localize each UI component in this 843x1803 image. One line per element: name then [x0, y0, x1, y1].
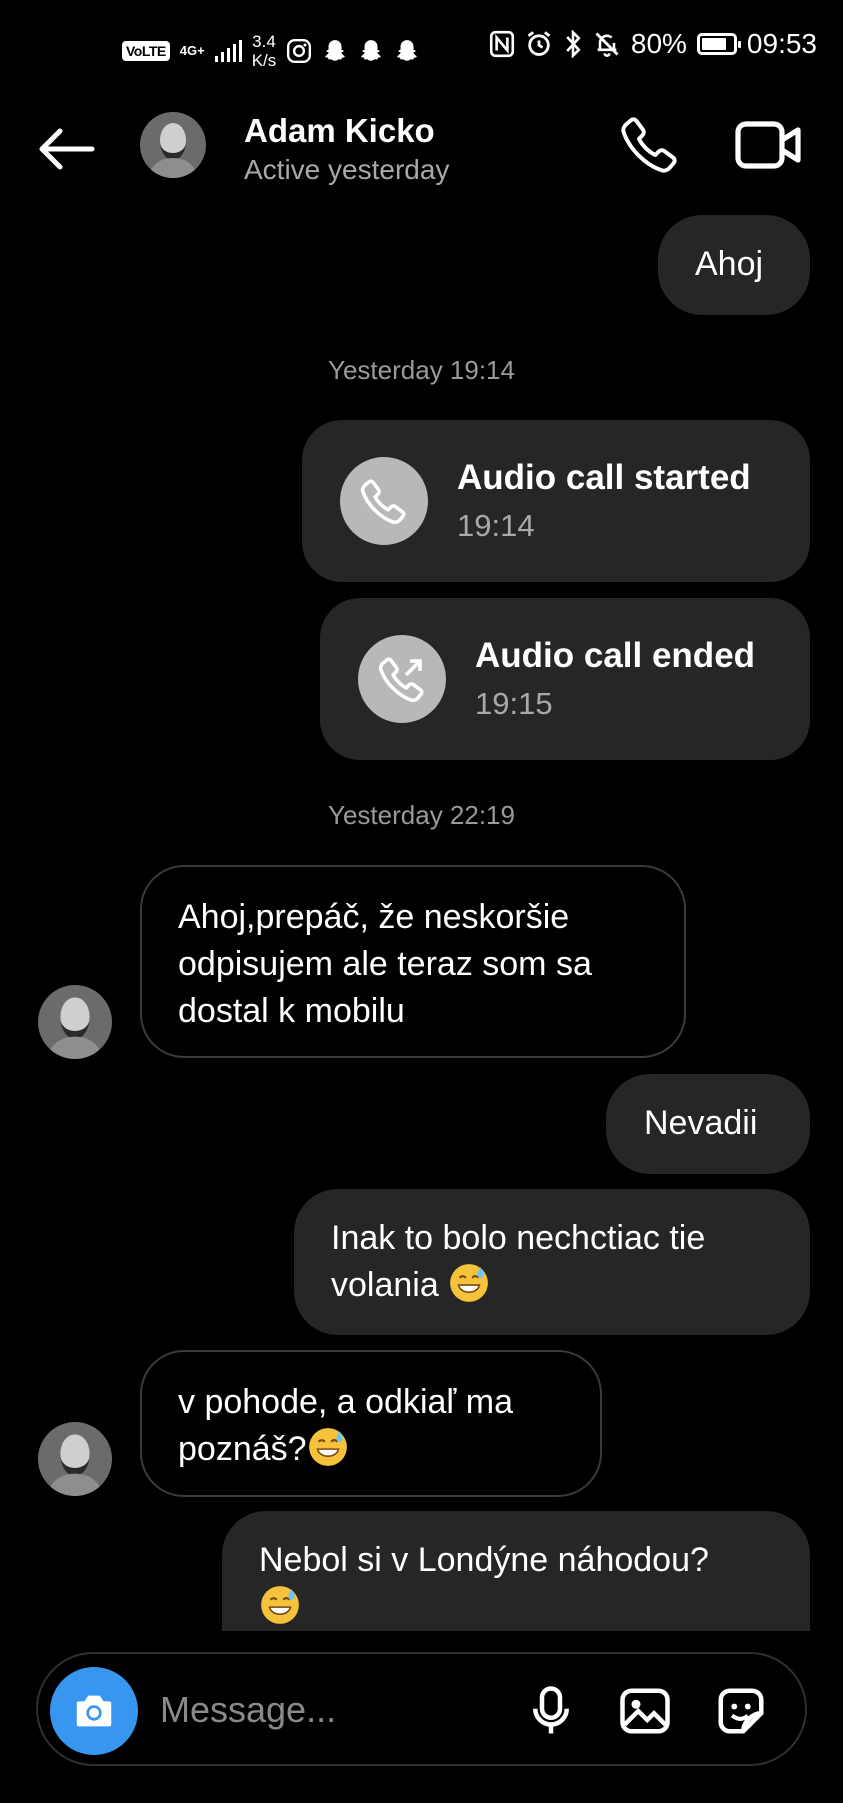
call-title: Audio call ended: [475, 636, 756, 675]
message-composer: [36, 1652, 807, 1766]
message-input[interactable]: [158, 1684, 462, 1736]
grinning-sweat-emoji: [261, 1586, 299, 1624]
gallery-icon[interactable]: [618, 1684, 672, 1738]
message-text: Nevadii: [644, 1104, 758, 1142]
activity-status: Active yesterday: [244, 154, 450, 185]
snapchat-icon: [397, 40, 418, 61]
message-line: v pohode, a odkiaľ ma: [178, 1383, 514, 1421]
timestamp: Yesterday 22:19: [328, 800, 515, 830]
message-line-with-emoji: [259, 1584, 810, 1631]
contact-avatar[interactable]: [140, 112, 206, 178]
alarm-icon: [527, 31, 551, 56]
contact-name[interactable]: Adam Kicko: [244, 112, 435, 150]
message-text: Ahoj: [695, 245, 764, 283]
camera-button[interactable]: [50, 1667, 138, 1755]
status-bar: VoLTE 4G+ 3.4 K/s 80% 09:53: [0, 0, 843, 100]
microphone-icon[interactable]: [524, 1684, 578, 1738]
video-call-icon[interactable]: [734, 118, 802, 172]
grinning-sweat-emoji: [308, 1428, 347, 1466]
message-line-with-emoji: volania: [331, 1262, 810, 1309]
battery-icon: [696, 33, 741, 55]
message-line: Ahoj,prepáč, že neskoršie: [178, 898, 570, 936]
call-time: 19:15: [475, 686, 553, 721]
nfc-icon: [489, 30, 514, 58]
call-ended-card[interactable]: Audio call ended 19:15: [320, 598, 810, 760]
timestamp: Yesterday 19:14: [328, 355, 515, 385]
clock: 09:53: [746, 28, 817, 59]
message-line-with-emoji: poznáš?: [178, 1426, 600, 1473]
call-icon-circle: [340, 457, 428, 545]
message-incoming[interactable]: v pohode, a odkiaľ ma poznáš?: [140, 1350, 602, 1497]
phone-icon: [360, 479, 406, 525]
message-outgoing[interactable]: Nevadii: [606, 1074, 810, 1174]
call-time: 19:14: [457, 508, 535, 543]
message-incoming[interactable]: Ahoj,prepáč, že neskoršie odpisujem ale …: [140, 865, 686, 1058]
sender-avatar[interactable]: [38, 1422, 112, 1496]
snapchat-icon: [325, 40, 346, 61]
signal-icon: [214, 40, 242, 62]
message-outgoing[interactable]: Ahoj: [658, 215, 810, 315]
grinning-sweat-emoji: [450, 1264, 489, 1302]
instagram-icon: [287, 38, 312, 64]
message-outgoing[interactable]: Inak to bolo nechctiac tie volania: [294, 1189, 810, 1335]
camera-icon: [76, 1695, 112, 1727]
outgoing-call-icon: [378, 657, 424, 703]
battery-fill: [701, 38, 726, 50]
call-icon-circle: [358, 635, 446, 723]
message-outgoing[interactable]: Nebol si v Londýne náhodou?: [222, 1511, 810, 1631]
volte-indicator: VoLTE: [122, 41, 170, 61]
bluetooth-icon: [566, 30, 581, 58]
battery-percent: 80%: [630, 28, 687, 59]
network-type: 4G+: [179, 43, 205, 58]
snapchat-icon: [361, 40, 382, 61]
network-speed: 3.4 K/s: [251, 32, 277, 70]
call-started-card[interactable]: Audio call started 19:14: [302, 420, 810, 582]
message-line: odpisujem ale teraz som sa: [178, 945, 592, 983]
call-title: Audio call started: [457, 458, 751, 497]
message-line: Inak to bolo nechctiac tie: [331, 1219, 706, 1257]
message-line: Nebol si v Londýne náhodou?: [259, 1541, 709, 1579]
sticker-icon[interactable]: [714, 1684, 768, 1738]
back-arrow-icon[interactable]: [36, 124, 96, 174]
chat-header: Adam Kicko Active yesterday: [0, 100, 843, 210]
mute-icon: [595, 32, 619, 57]
audio-call-icon[interactable]: [620, 114, 680, 174]
message-line: dostal k mobilu: [178, 992, 405, 1030]
sender-avatar[interactable]: [38, 985, 112, 1059]
